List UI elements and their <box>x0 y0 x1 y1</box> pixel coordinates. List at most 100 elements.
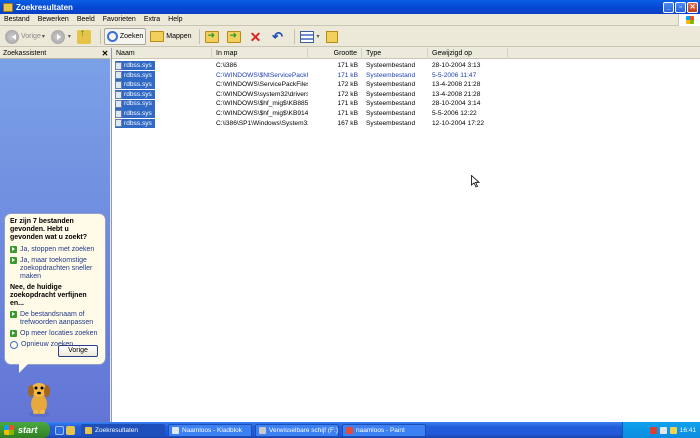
file-name-cell[interactable]: rdbss.sys <box>112 61 212 71</box>
file-name-cell[interactable]: rdbss.sys <box>112 109 212 119</box>
up-button[interactable] <box>75 28 95 45</box>
task-paint[interactable]: naamloos - Paint <box>342 423 426 437</box>
clock: 16:41 <box>679 426 696 434</box>
maximize-button[interactable]: ▫ <box>675 1 686 13</box>
search-assistant-pane: Zoekassistent ✕ Er zijn 7 bestanden gevo… <box>0 48 110 422</box>
file-row[interactable]: rdbss.sys C:\WINDOWS\system32\drivers 172 … <box>112 90 700 100</box>
column-modified[interactable]: Gewijzigd op <box>428 48 508 59</box>
forward-button[interactable]: ▾ <box>49 28 73 45</box>
file-name-cell[interactable]: rdbss.sys <box>112 99 212 109</box>
column-folder[interactable]: In map <box>212 48 308 59</box>
close-button[interactable]: ✕ <box>687 1 698 13</box>
save-search-button[interactable] <box>324 28 342 45</box>
green-arrow-icon <box>10 257 17 264</box>
forward-arrow-icon <box>50 29 65 44</box>
menu-help[interactable]: Help <box>164 16 186 23</box>
option-change-filename[interactable]: De bestandsnaam of trefwoorden aanpassen <box>10 311 100 327</box>
task-search-results[interactable]: Zoekresultaten <box>81 423 165 437</box>
window-title: Zoekresultaten <box>16 2 73 12</box>
file-row[interactable]: rdbss.sys C:\i386 171 kB Systeembestand 28-1… <box>112 61 700 71</box>
file-folder: C:\i386 <box>216 62 237 69</box>
move-to-button[interactable] <box>203 28 223 45</box>
pane-header: Zoekassistent ✕ <box>0 48 110 59</box>
menu-bar: Bestand Bewerken Beeld Favorieten Extra … <box>0 13 700 26</box>
file-row[interactable]: rdbss.sys C:\WINDOWS\$hf_mig$\KB9143... 17… <box>112 109 700 119</box>
desktop-icon[interactable] <box>66 425 75 435</box>
views-button[interactable]: ▾ <box>298 28 322 45</box>
pane-title: Zoekassistent <box>3 49 47 57</box>
removable-drive-icon <box>259 426 266 434</box>
file-name: rdbss.sys <box>124 71 152 79</box>
menu-view[interactable]: Beeld <box>73 16 99 23</box>
menu-file[interactable]: Bestand <box>0 16 34 23</box>
file-size: 172 kB <box>337 90 358 98</box>
file-name: rdbss.sys <box>124 90 152 98</box>
copy-to-button[interactable] <box>225 28 245 45</box>
file-name-cell[interactable]: rdbss.sys <box>112 118 212 129</box>
file-modified: 5-5-2006 12:22 <box>432 109 477 117</box>
file-modified: 5-5-2006 11:47 <box>432 71 477 79</box>
file-name: rdbss.sys <box>124 119 152 127</box>
folder-star-icon <box>325 30 338 43</box>
file-row[interactable]: rdbss.sys C:\WINDOWS\$hf_mig$\KB8858... 17… <box>112 99 700 109</box>
search-icon <box>106 31 118 42</box>
file-row[interactable]: rdbss.sys C:\i386\SP1\Windows\System32...… <box>112 118 700 129</box>
volume-icon[interactable] <box>669 426 677 434</box>
file-folder: C:\WINDOWS\$hf_mig$\KB9143... <box>216 109 308 117</box>
file-size: 167 kB <box>337 119 358 127</box>
task-removable-drive[interactable]: Verwisselbare schijf (F:) <box>255 423 339 437</box>
option-more-locations[interactable]: Op meer locaties zoeken <box>10 330 100 338</box>
option-faster-search[interactable]: Ja, maar toekomstige zoekopdrachten snel… <box>10 257 100 281</box>
close-icon[interactable]: ✕ <box>100 49 110 58</box>
system-tray: 16:41 <box>622 422 700 438</box>
minimize-button[interactable]: _ <box>663 1 674 13</box>
file-type: Systeembestand <box>366 90 416 98</box>
option-label: Ja, maar toekomstige zoekopdrachten snel… <box>20 257 93 280</box>
selected-name: rdbss.sys <box>115 70 155 80</box>
folders-label: Mappen <box>166 33 192 40</box>
selected-name: rdbss.sys <box>115 99 155 109</box>
delete-button[interactable]: ✕ <box>247 28 267 45</box>
file-row[interactable]: rdbss.sys C:\WINDOWS\ServicePackFiles\...… <box>112 80 700 90</box>
menu-tools[interactable]: Extra <box>140 16 164 23</box>
file-name-cell[interactable]: rdbss.sys <box>112 70 212 81</box>
file-name-cell[interactable]: rdbss.sys <box>112 90 212 100</box>
toolbar-separator <box>99 29 101 44</box>
toolbar-separator <box>293 29 295 44</box>
chevron-down-icon: ▾ <box>41 34 45 40</box>
file-size: 171 kB <box>337 71 358 79</box>
usb-device-icon[interactable] <box>659 426 667 434</box>
option-stop-search[interactable]: Ja, stoppen met zoeken <box>10 246 100 254</box>
option-label: Ja, stoppen met zoeken <box>20 246 95 253</box>
column-size[interactable]: Grootte <box>308 48 362 59</box>
security-alert-icon[interactable] <box>649 426 657 434</box>
file-type: Systeembestand <box>366 109 416 117</box>
menu-edit[interactable]: Bewerken <box>34 16 73 23</box>
delete-icon: ✕ <box>249 28 262 45</box>
file-folder: C:\WINDOWS\system32\drivers <box>216 90 308 98</box>
green-arrow-icon <box>10 330 17 337</box>
column-name[interactable]: Naam <box>112 48 212 59</box>
file-name: rdbss.sys <box>124 109 152 117</box>
task-label: Zoekresultaten <box>95 426 138 434</box>
folders-button[interactable]: Mappen <box>148 28 193 45</box>
search-dog-icon[interactable] <box>24 378 54 418</box>
task-notepad[interactable]: Naamloos - Kladblok <box>168 423 252 437</box>
column-type[interactable]: Type <box>362 48 428 59</box>
file-row[interactable]: rdbss.sys C:\WINDOWS\$NtServicePackU... 17… <box>112 70 700 81</box>
task-label: naamloos - Paint <box>356 426 405 434</box>
back-pane-button[interactable]: Vorige <box>58 345 98 357</box>
title-bar[interactable]: Zoekresultaten _ ▫ ✕ <box>0 0 700 14</box>
windows-flag-icon <box>678 13 700 26</box>
start-button[interactable]: start <box>0 422 50 438</box>
search-button[interactable]: Zoeken <box>103 28 147 45</box>
internet-explorer-icon[interactable] <box>55 425 64 435</box>
menu-favorites[interactable]: Favorieten <box>99 16 140 23</box>
undo-button[interactable]: ↶ <box>269 28 289 45</box>
back-button[interactable]: Vorige ▾ <box>3 28 47 45</box>
system-file-icon <box>115 109 122 118</box>
file-size: 171 kB <box>337 109 358 117</box>
move-to-icon <box>204 30 219 43</box>
file-modified: 28-10-2004 3:13 <box>432 62 481 69</box>
file-name-cell[interactable]: rdbss.sys <box>112 80 212 90</box>
